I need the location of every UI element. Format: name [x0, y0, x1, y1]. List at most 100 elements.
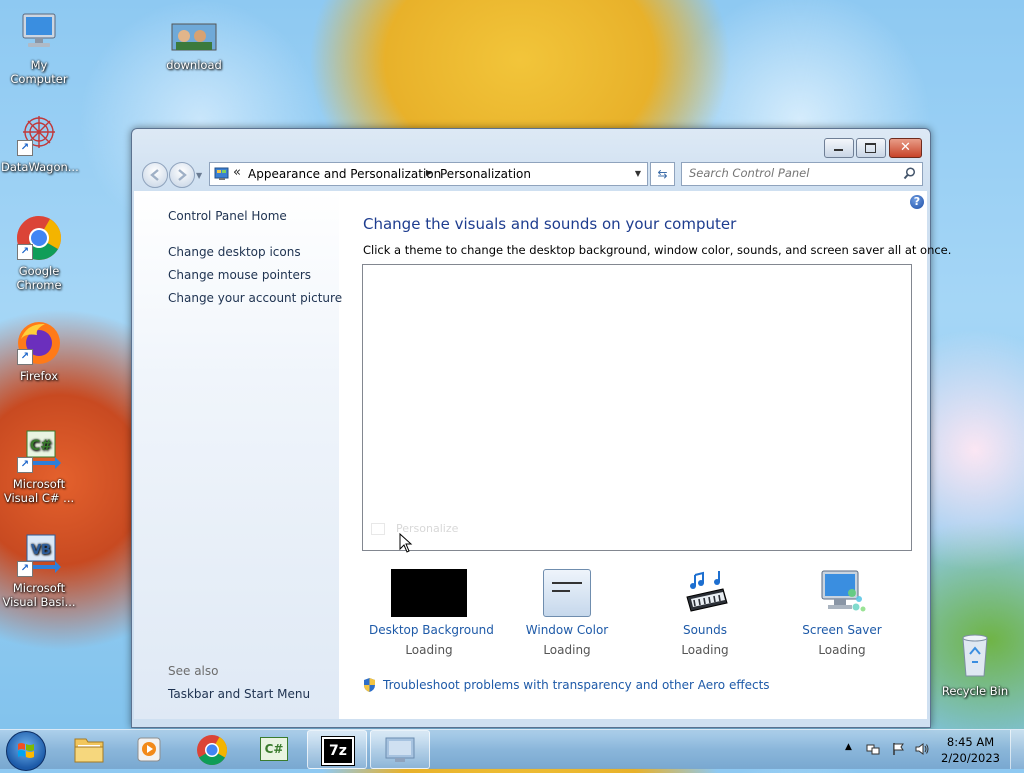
- breadcrumb-appearance[interactable]: Appearance and Personalization: [248, 167, 441, 181]
- taskbar-explorer[interactable]: [60, 731, 118, 768]
- refresh-icon: ⇆: [657, 167, 668, 181]
- desktop-icon-chrome[interactable]: ↗ Google Chrome: [1, 214, 77, 292]
- window-color-icon: [543, 569, 591, 617]
- back-button[interactable]: [142, 162, 168, 188]
- shortcut-arrow-icon: ↗: [17, 349, 33, 365]
- desktop-icon-download[interactable]: download: [156, 22, 232, 72]
- clock-date: 2/20/2023: [941, 751, 1000, 765]
- page-title: Change the visuals and sounds on your co…: [363, 215, 737, 233]
- search-input[interactable]: [689, 163, 899, 183]
- minimize-icon: [834, 149, 843, 151]
- network-icon[interactable]: [866, 742, 880, 756]
- shortcut-arrow-icon: ↗: [17, 561, 33, 577]
- ghost-theme-icon: [371, 523, 385, 535]
- desktop-icon-datawagon[interactable]: ↗ DataWagon...: [1, 110, 79, 174]
- refresh-button[interactable]: ⇆: [650, 162, 675, 186]
- screen-saver-label[interactable]: Screen Saver: [782, 623, 902, 637]
- control-panel-home-link[interactable]: Control Panel Home: [168, 209, 287, 223]
- taskbar-control-panel[interactable]: [370, 730, 430, 769]
- desktop-icon-label: My Computer: [10, 58, 68, 86]
- system-clock[interactable]: 8:45 AM 2/20/2023: [941, 734, 1000, 766]
- volume-icon[interactable]: [915, 742, 929, 756]
- sounds-label[interactable]: Sounds: [645, 623, 765, 637]
- change-mouse-pointers-link[interactable]: Change mouse pointers: [168, 268, 311, 282]
- window-color-setting[interactable]: Window Color Loading: [507, 569, 627, 657]
- main-pane: Change the visuals and sounds on your co…: [362, 191, 951, 719]
- search-box[interactable]: [681, 162, 923, 186]
- address-dropdown-icon[interactable]: ▼: [635, 169, 641, 178]
- change-account-picture-link[interactable]: Change your account picture: [168, 291, 342, 305]
- desktop-background-setting[interactable]: Desktop Background Loading: [369, 569, 494, 657]
- desktop-icon-label: Microsoft Visual C# ...: [3, 477, 75, 505]
- desktop-icon-visual-basic[interactable]: VB ↗ Microsoft Visual Basi...: [1, 531, 77, 609]
- sounds-setting[interactable]: Sounds Loading: [645, 569, 765, 657]
- svg-text:C#: C#: [30, 438, 52, 454]
- sounds-status: Loading: [681, 643, 729, 657]
- show-desktop-button[interactable]: [1010, 730, 1024, 769]
- maximize-icon: [865, 143, 876, 153]
- desktop-icon-my-computer[interactable]: My Computer: [1, 8, 77, 86]
- desktop-icon-recycle-bin[interactable]: Recycle Bin: [937, 630, 1013, 698]
- show-hidden-icons-button[interactable]: ▲: [845, 742, 852, 752]
- desktop-background-label[interactable]: Desktop Background: [369, 623, 494, 637]
- theme-list[interactable]: Personalize: [362, 264, 912, 553]
- minimize-button[interactable]: [824, 138, 854, 158]
- csharp-label: C#: [264, 742, 284, 756]
- datawagon-icon: ↗: [15, 110, 63, 158]
- content-area: Control Panel Home Change desktop icons …: [134, 191, 951, 719]
- folder-icon: [74, 738, 104, 763]
- 7zip-icon: 7z: [321, 736, 355, 766]
- desktop-icon-firefox[interactable]: ↗ Firefox: [1, 319, 77, 383]
- shield-icon: [364, 678, 375, 692]
- desktop-icon-label: Google Chrome: [16, 264, 62, 292]
- visual-csharp-icon: C# ↗: [15, 427, 63, 475]
- screen-saver-status: Loading: [818, 643, 866, 657]
- desktop-background-status: Loading: [405, 643, 453, 657]
- shortcut-arrow-icon: ↗: [17, 457, 33, 473]
- taskbar-7zip[interactable]: 7z: [307, 730, 367, 769]
- maximize-button[interactable]: [856, 138, 886, 158]
- taskbar-chrome[interactable]: [182, 731, 240, 768]
- start-button[interactable]: [6, 731, 46, 771]
- screen-saver-setting[interactable]: Screen Saver Loading: [782, 569, 902, 657]
- chrome-icon: [197, 735, 228, 766]
- personalization-window: ✕ ▼ « Appearance and Personalization ▶ P…: [131, 128, 951, 728]
- troubleshoot-link[interactable]: Troubleshoot problems with transparency …: [383, 678, 770, 692]
- search-icon[interactable]: [903, 167, 916, 180]
- desktop-icon-label: Firefox: [19, 369, 59, 383]
- forward-button[interactable]: [169, 162, 195, 188]
- close-button[interactable]: ✕: [889, 138, 922, 158]
- chrome-icon: ↗: [15, 214, 63, 262]
- breadcrumb-separator-icon[interactable]: ▶: [426, 168, 432, 177]
- control-panel-icon: [214, 167, 229, 180]
- computer-icon: [15, 8, 63, 56]
- mouse-cursor-icon: [399, 533, 413, 553]
- visual-csharp-icon: C#: [260, 737, 288, 761]
- page-subtitle: Click a theme to change the desktop back…: [363, 243, 952, 257]
- recent-pages-dropdown[interactable]: ▼: [196, 171, 202, 180]
- clock-time: 8:45 AM: [946, 735, 995, 749]
- window-color-status: Loading: [543, 643, 591, 657]
- taskbar-visual-csharp[interactable]: C#: [245, 731, 303, 768]
- visual-basic-icon: VB ↗: [15, 531, 63, 579]
- change-desktop-icons-link[interactable]: Change desktop icons: [168, 245, 301, 259]
- windows-logo-icon: [18, 743, 34, 758]
- 7zip-label: 7z: [329, 743, 347, 759]
- taskbar-start-menu-link[interactable]: Taskbar and Start Menu: [168, 687, 310, 701]
- address-bar[interactable]: « Appearance and Personalization ▶ Perso…: [209, 162, 648, 186]
- breadcrumb-personalization[interactable]: Personalization: [440, 167, 531, 181]
- shortcut-arrow-icon: ↗: [17, 244, 33, 260]
- control-panel-icon: [385, 737, 415, 762]
- action-center-flag-icon[interactable]: [891, 742, 905, 756]
- window-color-label[interactable]: Window Color: [507, 623, 627, 637]
- desktop-icon-visual-csharp[interactable]: C# ↗ Microsoft Visual C# ...: [1, 427, 77, 505]
- desktop-icon-label: Microsoft Visual Basi...: [2, 581, 76, 609]
- breadcrumb-overflow[interactable]: «: [233, 165, 241, 180]
- sounds-icon: [686, 571, 728, 612]
- desktop-icon-label: Recycle Bin: [941, 684, 1009, 698]
- taskbar-media-player[interactable]: [120, 731, 178, 768]
- shortcut-arrow-icon: ↗: [17, 140, 33, 156]
- recycle-bin-icon: [951, 630, 999, 682]
- svg-text:VB: VB: [31, 543, 51, 558]
- forward-arrow-icon: [178, 169, 187, 181]
